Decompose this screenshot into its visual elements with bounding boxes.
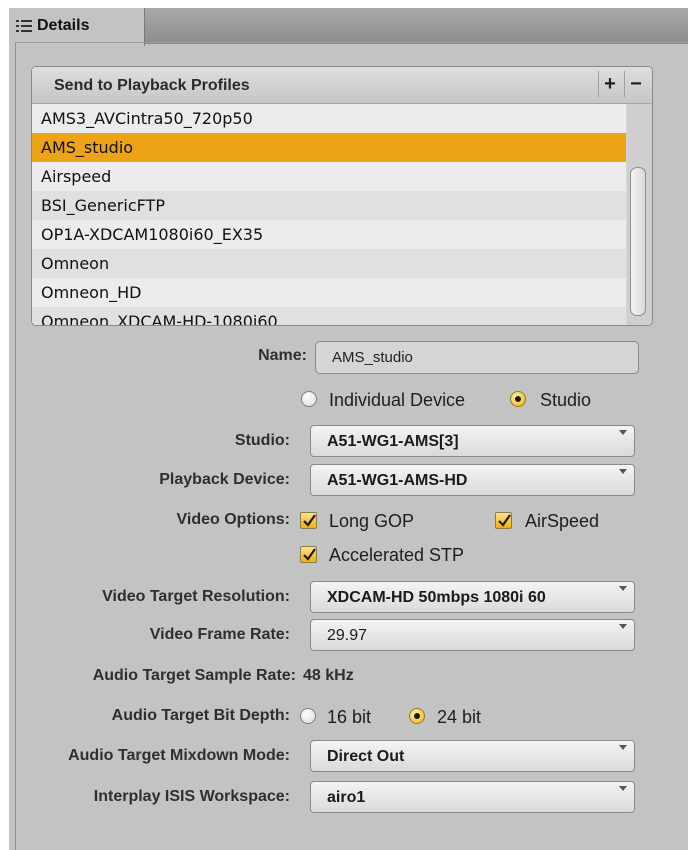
profile-list: AMS3_AVCintra50_720p50 AMS_studio Airspe… bbox=[32, 104, 626, 325]
list-scrollbar[interactable] bbox=[627, 104, 652, 325]
checkmark-icon bbox=[498, 514, 511, 527]
chevron-down-icon bbox=[619, 469, 627, 474]
list-item[interactable]: Omneon bbox=[32, 249, 626, 278]
playback-device-select-value: A51-WG1-AMS-HD bbox=[327, 472, 468, 489]
profiles-list-box: Send to Playback Profiles + − AMS3_AVCin… bbox=[31, 66, 653, 326]
video-options-label: Video Options: bbox=[176, 511, 290, 528]
studio-label: Studio: bbox=[234, 432, 290, 449]
studio-select-value: A51-WG1-AMS[3] bbox=[327, 433, 459, 450]
list-icon bbox=[16, 20, 32, 32]
airspeed-label: AirSpeed bbox=[525, 511, 600, 531]
video-frame-rate-select[interactable]: 29.97 bbox=[310, 619, 635, 651]
audio-sample-rate-label: Audio Target Sample Rate: bbox=[92, 667, 296, 684]
mixdown-mode-label: Audio Target Mixdown Mode: bbox=[68, 747, 290, 764]
bit-24-radio[interactable] bbox=[409, 708, 425, 724]
studio-radio[interactable] bbox=[510, 391, 526, 407]
name-input[interactable]: AMS_studio bbox=[315, 341, 639, 374]
studio-select[interactable]: A51-WG1-AMS[3] bbox=[310, 425, 635, 457]
list-item[interactable]: Omneon_HD bbox=[32, 278, 626, 307]
profiles-header: Send to Playback Profiles + − bbox=[32, 67, 652, 104]
long-gop-label: Long GOP bbox=[329, 511, 415, 531]
bit-16-radio[interactable] bbox=[300, 708, 316, 724]
airspeed-checkbox[interactable] bbox=[495, 512, 512, 529]
tab-details-label: Details bbox=[37, 17, 90, 34]
profiles-title: Send to Playback Profiles bbox=[54, 77, 250, 94]
individual-device-radio[interactable] bbox=[301, 391, 317, 407]
workspace-value: airo1 bbox=[327, 789, 366, 806]
name-label: Name: bbox=[258, 347, 307, 364]
remove-profile-button[interactable]: − bbox=[624, 71, 647, 97]
video-frame-rate-value: 29.97 bbox=[327, 627, 368, 644]
list-item[interactable]: AMS3_AVCintra50_720p50 bbox=[32, 104, 626, 133]
studio-radio-label: Studio bbox=[540, 390, 592, 410]
video-target-resolution-select[interactable]: XDCAM-HD 50mbps 1080i 60 bbox=[310, 581, 635, 613]
workspace-label: Interplay ISIS Workspace: bbox=[93, 788, 290, 805]
chevron-down-icon bbox=[619, 786, 627, 791]
long-gop-checkbox[interactable] bbox=[300, 512, 317, 529]
video-target-resolution-value: XDCAM-HD 50mbps 1080i 60 bbox=[327, 589, 546, 606]
list-item[interactable]: Omneon_XDCAM-HD-1080i60 bbox=[32, 307, 626, 325]
bit-24-label: 24 bit bbox=[437, 707, 482, 727]
checkmark-icon bbox=[303, 548, 316, 561]
chevron-down-icon bbox=[619, 745, 627, 750]
workspace-select[interactable]: airo1 bbox=[310, 781, 635, 813]
add-profile-button[interactable]: + bbox=[598, 71, 621, 97]
chevron-down-icon bbox=[619, 430, 627, 435]
accelerated-stp-checkbox[interactable] bbox=[300, 546, 317, 563]
list-item[interactable]: BSI_GenericFTP bbox=[32, 191, 626, 220]
bit-16-label: 16 bit bbox=[327, 707, 372, 727]
playback-device-select[interactable]: A51-WG1-AMS-HD bbox=[310, 464, 635, 496]
scrollbar-thumb[interactable] bbox=[630, 167, 646, 316]
list-item[interactable]: Airspeed bbox=[32, 162, 626, 191]
accelerated-stp-label: Accelerated STP bbox=[329, 545, 465, 565]
individual-device-label: Individual Device bbox=[329, 390, 466, 410]
audio-bit-depth-label: Audio Target Bit Depth: bbox=[111, 707, 290, 724]
checkmark-icon bbox=[303, 514, 316, 527]
audio-sample-rate-value: 48 kHz bbox=[303, 667, 354, 684]
playback-device-label: Playback Device: bbox=[159, 471, 290, 488]
list-item[interactable]: OP1A-XDCAM1080i60_EX35 bbox=[32, 220, 626, 249]
video-frame-rate-label: Video Frame Rate: bbox=[149, 626, 290, 643]
chevron-down-icon bbox=[619, 586, 627, 591]
tab-details[interactable]: Details bbox=[9, 8, 145, 46]
chevron-down-icon bbox=[619, 624, 627, 629]
mixdown-mode-value: Direct Out bbox=[327, 748, 405, 765]
video-target-resolution-label: Video Target Resolution: bbox=[102, 588, 290, 605]
list-item-selected[interactable]: AMS_studio bbox=[32, 133, 626, 162]
mixdown-mode-select[interactable]: Direct Out bbox=[310, 740, 635, 772]
